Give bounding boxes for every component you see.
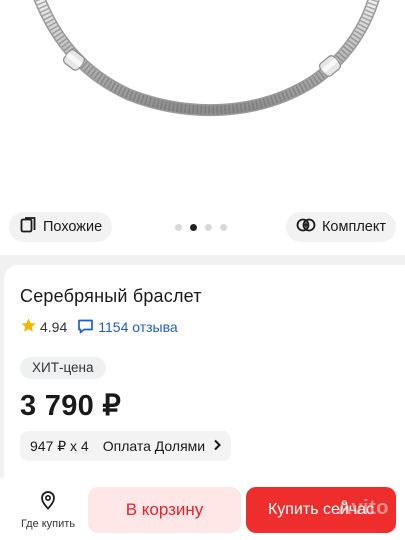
reviews-link[interactable]: 1154 отзыва [77, 318, 178, 337]
chat-icon [77, 318, 94, 337]
where-to-buy-button[interactable]: Где купить [18, 490, 78, 530]
hit-price-badge: ХИТ-цена [20, 357, 106, 379]
gallery-pagination [175, 224, 227, 231]
similar-icon [19, 216, 37, 238]
where-to-buy-label: Где купить [20, 518, 76, 530]
installments-button[interactable]: 947 ₽ x 4 Оплата Долями [20, 431, 232, 461]
rating-value: 4.94 [40, 319, 68, 335]
set-icon [296, 216, 316, 238]
product-price: 3 790 ₽ [20, 390, 122, 422]
star-icon [20, 317, 37, 337]
rating-row: 4.94 1154 отзыва [20, 317, 178, 337]
gallery-dot[interactable] [220, 224, 227, 231]
buy-now-button[interactable]: Купить сейчас [246, 487, 396, 533]
installment-label: Оплата Долями [102, 438, 206, 454]
chevron-right-icon [213, 438, 222, 454]
product-title: Серебряный браслет [20, 286, 202, 306]
gallery-dot[interactable] [175, 224, 182, 231]
gallery-dot-active[interactable] [190, 224, 197, 231]
similar-button[interactable]: Похожие [9, 212, 113, 242]
similar-label: Похожие [43, 219, 103, 235]
gallery-dot[interactable] [205, 224, 212, 231]
reviews-count: 1154 отзыва [98, 319, 178, 335]
installment-amount: 947 ₽ x 4 [30, 437, 89, 454]
add-to-cart-button[interactable]: В корзину [88, 487, 241, 533]
set-label: Комплект [321, 219, 386, 235]
set-button[interactable]: Комплект [285, 212, 396, 242]
location-pin-icon [39, 490, 57, 515]
